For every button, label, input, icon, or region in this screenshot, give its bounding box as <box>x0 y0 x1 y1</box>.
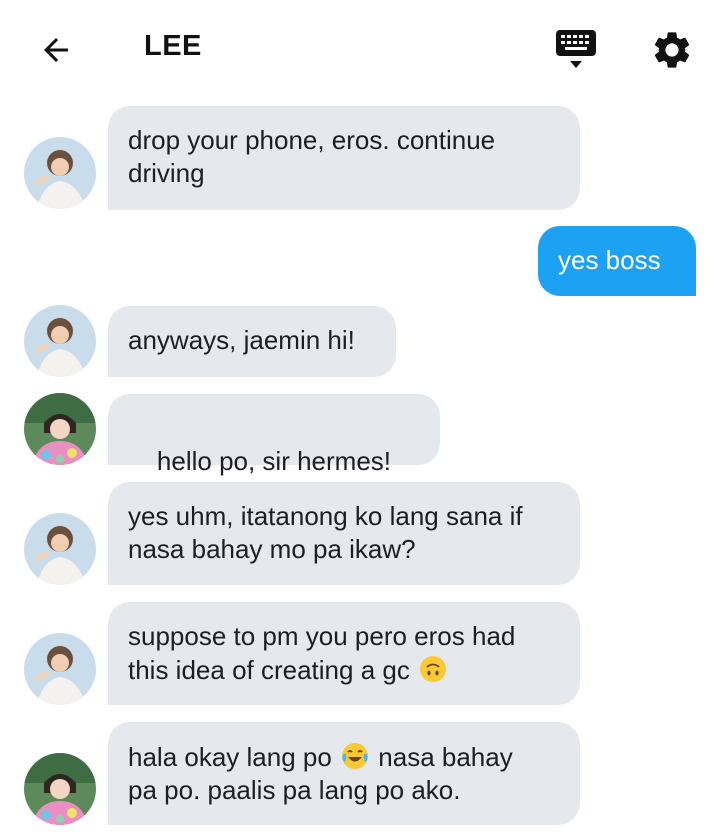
avatar-jaemin[interactable] <box>24 393 96 465</box>
incoming-message-bubble[interactable]: suppose to pm you pero eros had this ide… <box>108 602 580 705</box>
incoming-message-bubble[interactable]: hala okay lang po nasa bahay pa po. paal… <box>108 722 580 825</box>
chat-title: LEE <box>144 30 202 62</box>
chat-header: LEE <box>0 0 720 96</box>
avatar-hermes[interactable] <box>24 513 96 585</box>
message-text: hala okay lang po <box>128 742 332 772</box>
avatar-hermes[interactable] <box>24 137 96 209</box>
back-button[interactable] <box>36 30 76 70</box>
message-text: suppose to pm you pero eros had this ide… <box>128 621 516 685</box>
outgoing-message-bubble[interactable]: yes boss <box>538 226 696 296</box>
keyboard-icon <box>556 30 596 68</box>
tears-of-joy-emoji-icon <box>339 740 371 772</box>
avatar-hermes[interactable] <box>24 633 96 705</box>
upside-down-face-emoji-icon <box>417 653 449 685</box>
gear-icon <box>654 32 690 68</box>
incoming-message-bubble[interactable]: drop your phone, eros. continue driving <box>108 106 580 210</box>
keyboard-button[interactable] <box>554 28 598 72</box>
incoming-message-bubble[interactable]: anyways, jaemin hi! <box>108 306 396 377</box>
avatar-jaemin[interactable] <box>24 753 96 825</box>
avatar-hermes[interactable] <box>24 305 96 377</box>
settings-button[interactable] <box>650 28 694 72</box>
incoming-message-bubble[interactable]: hello po, sir hermes! <box>108 394 440 573</box>
arrow-left-icon <box>44 38 68 62</box>
message-text: hello po, sir hermes! <box>156 446 392 476</box>
incoming-message-bubble[interactable]: yes uhm, itatanong ko lang sana if nasa … <box>108 482 580 585</box>
